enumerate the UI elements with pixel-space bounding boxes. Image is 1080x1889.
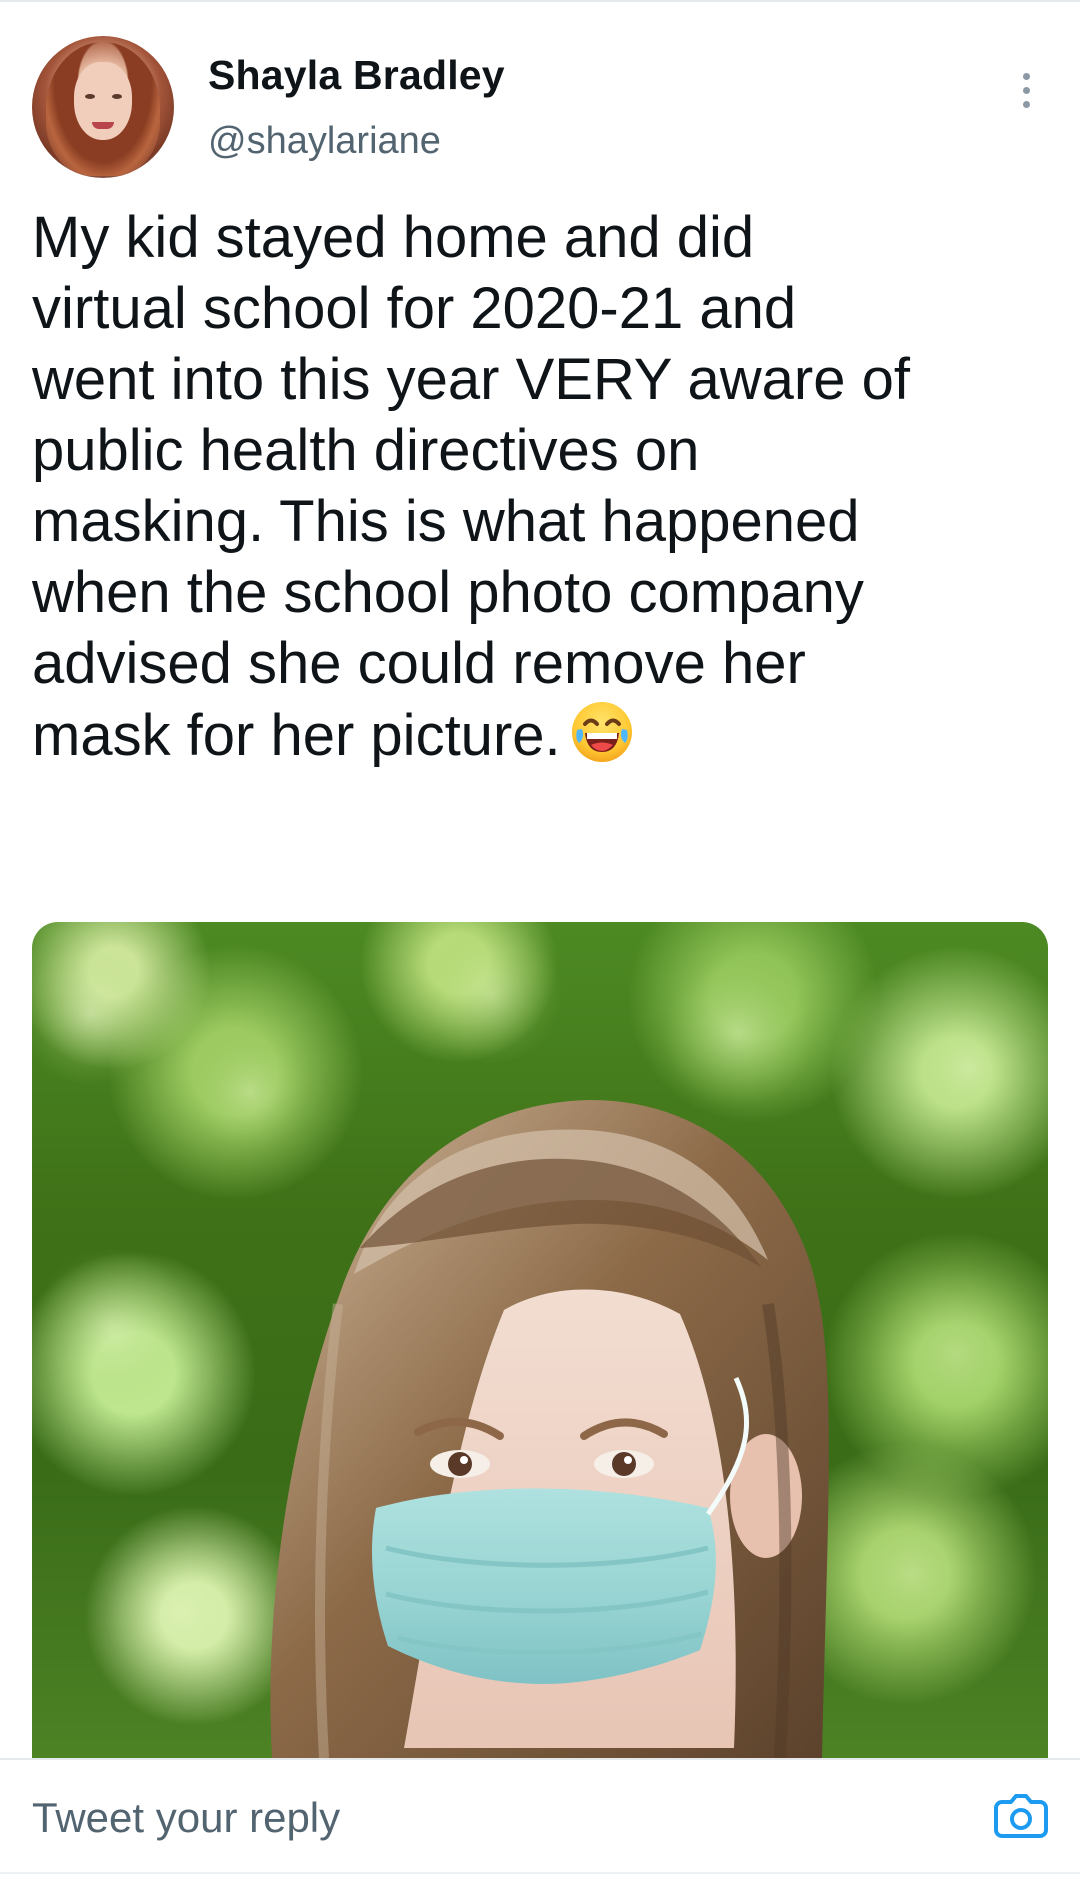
reply-bar xyxy=(0,1758,1080,1874)
tweet-text-line-5: masking. This is what happened xyxy=(32,489,860,554)
tweet-text-line-2: virtual school for 2020-21 and xyxy=(32,276,797,341)
camera-icon xyxy=(994,1794,1048,1838)
more-options-button[interactable] xyxy=(1004,60,1048,120)
tweet-text-line-1: My kid stayed home and did xyxy=(32,205,755,270)
tweet-text-line-7: advised she could remove her xyxy=(32,631,806,696)
avatar[interactable] xyxy=(32,36,174,178)
reply-input[interactable] xyxy=(32,1790,932,1846)
face-with-tears-of-joy-icon xyxy=(569,699,635,765)
tweet-text-line-3: went into this year VERY aware of xyxy=(32,347,910,412)
top-divider xyxy=(0,0,1080,2)
display-name[interactable]: Shayla Bradley xyxy=(208,52,505,99)
tweet-text-line-6: when the school photo company xyxy=(32,560,864,625)
tweet-text-line-8: mask for her picture. xyxy=(32,699,1042,771)
more-vertical-icon-dot-bottom xyxy=(1022,100,1030,108)
more-vertical-icon-dot-top xyxy=(1022,72,1030,80)
camera-button[interactable] xyxy=(992,1788,1050,1842)
tweet-text: My kid stayed home and did virtual schoo… xyxy=(32,202,1042,771)
tweet-text-line-8-text: mask for her picture. xyxy=(32,703,561,768)
tweet-text-line-4: public health directives on xyxy=(32,418,700,483)
avatar-right-eye xyxy=(112,94,122,99)
avatar-mouth xyxy=(92,122,114,129)
avatar-left-eye xyxy=(85,94,95,99)
tweet-photo[interactable] xyxy=(32,922,1048,1758)
handle[interactable]: @shaylariane xyxy=(208,120,441,163)
more-vertical-icon-dot-middle xyxy=(1022,86,1030,94)
bottom-divider xyxy=(0,1872,1080,1874)
tweet-header: Shayla Bradley @shaylariane xyxy=(32,36,1048,180)
